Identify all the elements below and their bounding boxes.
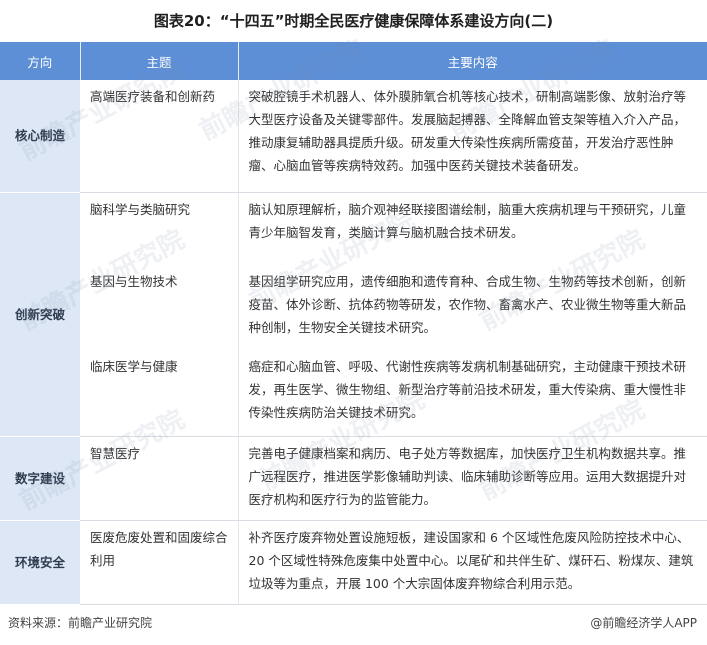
column-header-content: 主要内容 xyxy=(238,42,707,80)
table-row: 基因与生物技术 基因组学研究应用，遗传细胞和遗传育种、合成生物、生物药等技术创新… xyxy=(0,265,707,350)
source-note: 资料来源：前瞻产业研究院 xyxy=(8,616,153,630)
brand-credit: @前瞻经济学人APP xyxy=(590,616,697,630)
content-cell: 基因组学研究应用，遗传细胞和遗传育种、合成生物、生物药等技术创新，创新疫苗、体外… xyxy=(248,274,687,335)
topic-cell: 基因与生物技术 xyxy=(80,265,239,350)
content-cell: 完善电子健康档案和病历、电子处方等数据库，加快医疗卫生机构数据共享。推广远程医疗… xyxy=(238,436,707,521)
content-cell: 癌症和心脑血管、呼吸、代谢性疾病等发病机制基础研究，主动健康干预技术研发，再生医… xyxy=(238,350,707,437)
direction-cell-digital: 数字建设 xyxy=(0,436,80,521)
topic-cell: 高端医疗装备和创新药 xyxy=(80,80,239,193)
topic-cell: 医废危废处置和固废综合利用 xyxy=(80,520,239,605)
table-row: 创新突破 脑科学与类脑研究 脑认知原理解析，脑介观神经联接图谱绘制，脑重大疾病机… xyxy=(0,192,707,437)
table-header-row: 方向 主题 主要内容 xyxy=(0,42,707,80)
content-cell: 突破腔镜手术机器人、体外膜肺氧合机等核心技术，研制高端影像、放射治疗等大型医疗设… xyxy=(238,80,707,193)
column-header-direction: 方向 xyxy=(0,42,81,80)
topic-cell: 智慧医疗 xyxy=(80,436,239,521)
content-cell: 补齐医疗废弃物处置设施短板，建设国家和 6 个区域性危废风险防控技术中心、20 … xyxy=(238,520,707,605)
table-row: 环境安全 医废危废处置和固废综合利用 补齐医疗废弃物处置设施短板，建设国家和 6… xyxy=(0,520,707,605)
direction-cell-innovation: 创新突破 xyxy=(0,192,80,437)
table-row: 数字建设 智慧医疗 完善电子健康档案和病历、电子处方等数据库，加快医疗卫生机构数… xyxy=(0,436,707,521)
page-title: 图表20：“十四五”时期全民医疗健康保障体系建设方向(二) xyxy=(153,12,554,30)
topic-cell: 临床医学与健康 xyxy=(80,350,239,437)
direction-cell-environment: 环境安全 xyxy=(0,520,80,605)
table-row: 核心制造 高端医疗装备和创新药 突破腔镜手术机器人、体外膜肺氧合机等核心技术，研… xyxy=(0,80,707,193)
direction-table: 方向 主题 主要内容 核心制造 高端医疗装备和创新药 突破腔镜手术机器人、体外膜… xyxy=(0,42,707,605)
table-row: 临床医学与健康 癌症和心脑血管、呼吸、代谢性疾病等发病机制基础研究，主动健康干预… xyxy=(0,350,707,437)
content-cell: 脑认知原理解析，脑介观神经联接图谱绘制，脑重大疾病机理与干预研究，儿童青少年脑智… xyxy=(248,201,687,240)
direction-table-container: 方向 主题 主要内容 核心制造 高端医疗装备和创新药 突破腔镜手术机器人、体外膜… xyxy=(0,42,707,605)
topic-cell: 脑科学与类脑研究 xyxy=(80,192,239,265)
direction-cell-core-manufacturing: 核心制造 xyxy=(0,80,80,193)
column-header-topic: 主题 xyxy=(80,42,239,80)
